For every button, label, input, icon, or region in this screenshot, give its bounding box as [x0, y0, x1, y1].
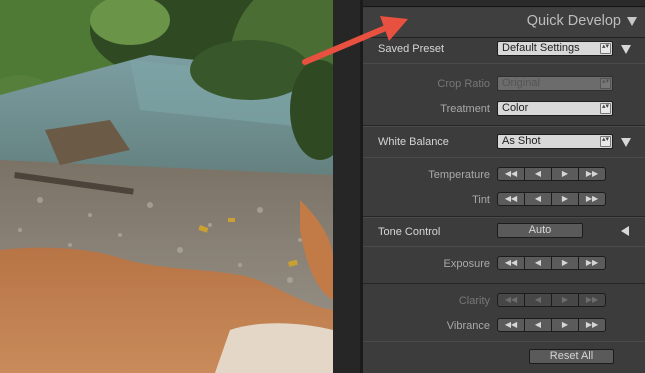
divider	[363, 246, 645, 247]
decrease-small-button[interactable]: ◀	[524, 256, 552, 270]
crop-ratio-value: Original	[502, 77, 540, 89]
tone-control-label: Tone Control	[378, 226, 441, 238]
panel-divider	[333, 0, 360, 373]
increase-small-button[interactable]: ▶	[551, 256, 579, 270]
quick-develop-panel: Quick Develop Saved Preset Default Setti…	[360, 0, 645, 373]
exposure-label: Exposure	[443, 258, 490, 270]
tint-label: Tint	[472, 194, 490, 206]
treatment-select[interactable]: Color ▴▾	[497, 101, 613, 116]
decrease-large-button: ◀◀	[497, 293, 525, 307]
spinner-icon: ▴▾	[600, 103, 611, 114]
divider	[363, 157, 645, 158]
panel-header[interactable]: Quick Develop	[363, 8, 645, 38]
tone-control-disclosure-icon[interactable]	[621, 226, 629, 236]
clarity-label: Clarity	[458, 295, 490, 307]
saved-preset-select[interactable]: Default Settings ▴▾	[497, 41, 613, 56]
decrease-small-button: ◀	[524, 293, 552, 307]
photo-image	[0, 0, 333, 373]
divider	[363, 341, 645, 342]
photo-preview	[0, 0, 333, 373]
decrease-small-button[interactable]: ◀	[524, 318, 552, 332]
saved-preset-label: Saved Preset	[378, 43, 445, 55]
spinner-icon: ▴▾	[600, 136, 611, 147]
saved-preset-disclosure-icon[interactable]	[621, 45, 631, 54]
increase-small-button: ▶	[551, 293, 579, 307]
spinner-icon: ▴▾	[600, 43, 611, 54]
panel-top-bar	[363, 0, 645, 7]
increase-large-button[interactable]: ▶▶	[578, 167, 606, 181]
vibrance-stepper[interactable]: ◀◀ ◀ ▶ ▶▶	[497, 318, 606, 332]
collapse-triangle-icon[interactable]	[627, 17, 637, 26]
decrease-small-button[interactable]: ◀	[524, 192, 552, 206]
increase-small-button[interactable]: ▶	[551, 318, 579, 332]
treatment-label: Treatment	[440, 103, 490, 115]
exposure-stepper[interactable]: ◀◀ ◀ ▶ ▶▶	[497, 256, 606, 270]
white-balance-value: As Shot	[502, 135, 541, 147]
divider	[363, 217, 645, 218]
spinner-icon: ▴▾	[600, 78, 611, 89]
treatment-value: Color	[502, 102, 529, 114]
tint-stepper[interactable]: ◀◀ ◀ ▶ ▶▶	[497, 192, 606, 206]
saved-preset-value: Default Settings	[502, 42, 580, 54]
white-balance-select[interactable]: As Shot ▴▾	[497, 134, 613, 149]
reset-all-button[interactable]: Reset All	[529, 349, 614, 364]
decrease-large-button[interactable]: ◀◀	[497, 256, 525, 270]
increase-large-button[interactable]: ▶▶	[578, 318, 606, 332]
crop-ratio-label: Crop Ratio	[437, 78, 490, 90]
white-balance-label: White Balance	[378, 136, 449, 148]
increase-small-button[interactable]: ▶	[551, 192, 579, 206]
clarity-stepper: ◀◀ ◀ ▶ ▶▶	[497, 293, 606, 307]
vibrance-label: Vibrance	[446, 320, 490, 332]
crop-ratio-select: Original ▴▾	[497, 76, 613, 91]
divider	[363, 126, 645, 127]
panel-title: Quick Develop	[526, 13, 621, 29]
temperature-label: Temperature	[428, 169, 490, 181]
divider	[363, 63, 645, 64]
increase-large-button[interactable]: ▶▶	[578, 256, 606, 270]
decrease-large-button[interactable]: ◀◀	[497, 318, 525, 332]
decrease-large-button[interactable]: ◀◀	[497, 192, 525, 206]
decrease-large-button[interactable]: ◀◀	[497, 167, 525, 181]
divider	[363, 283, 645, 284]
decrease-small-button[interactable]: ◀	[524, 167, 552, 181]
auto-tone-button[interactable]: Auto	[497, 223, 583, 238]
white-balance-disclosure-icon[interactable]	[621, 138, 631, 147]
increase-large-button: ▶▶	[578, 293, 606, 307]
temperature-stepper[interactable]: ◀◀ ◀ ▶ ▶▶	[497, 167, 606, 181]
increase-small-button[interactable]: ▶	[551, 167, 579, 181]
increase-large-button[interactable]: ▶▶	[578, 192, 606, 206]
